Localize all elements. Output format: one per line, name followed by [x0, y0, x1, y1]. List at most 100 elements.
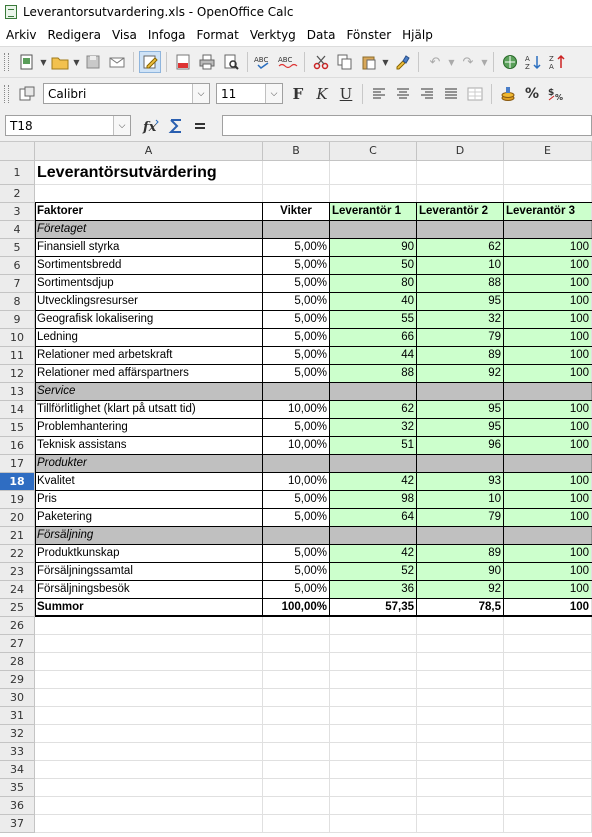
cell-b14[interactable]: 10,00% [263, 401, 330, 419]
toolbar-grip[interactable] [4, 53, 9, 71]
cell-c34[interactable] [330, 761, 417, 779]
cell-d24[interactable]: 92 [417, 581, 504, 599]
cell-e32[interactable] [504, 725, 592, 743]
column-header-d[interactable]: D [417, 142, 504, 161]
cell-e3[interactable]: Leverantör 3 [504, 203, 592, 221]
cell-b6[interactable]: 5,00% [263, 257, 330, 275]
cell-c19[interactable]: 98 [330, 491, 417, 509]
cell-b12[interactable]: 5,00% [263, 365, 330, 383]
row-header[interactable]: 19 [0, 491, 35, 509]
cell-d5[interactable]: 62 [417, 239, 504, 257]
currency-format-icon[interactable] [497, 83, 519, 105]
cell-a10[interactable]: Ledning [35, 329, 263, 347]
cell-c4[interactable] [330, 221, 417, 239]
cell-d8[interactable]: 95 [417, 293, 504, 311]
cell-c18[interactable]: 42 [330, 473, 417, 491]
cell-a12[interactable]: Relationer med affärspartners [35, 365, 263, 383]
row-header[interactable]: 31 [0, 707, 35, 725]
row-header[interactable]: 18 [0, 473, 35, 491]
row-header[interactable]: 4 [0, 221, 35, 239]
cell-e2[interactable] [504, 185, 592, 203]
autospellcheck-icon[interactable]: ABC [277, 51, 299, 73]
row-header[interactable]: 2 [0, 185, 35, 203]
row-header[interactable]: 32 [0, 725, 35, 743]
equals-icon[interactable] [189, 115, 211, 137]
row-header[interactable]: 20 [0, 509, 35, 527]
cell-b21[interactable] [263, 527, 330, 545]
row-header[interactable]: 11 [0, 347, 35, 365]
menu-fonster[interactable]: Fönster [340, 28, 396, 42]
cell-d15[interactable]: 95 [417, 419, 504, 437]
cell-e31[interactable] [504, 707, 592, 725]
menu-arkiv[interactable]: Arkiv [0, 28, 42, 42]
cell-b36[interactable] [263, 797, 330, 815]
font-size-combo[interactable]: 11 ⌵ [216, 83, 283, 104]
cell-c21[interactable] [330, 527, 417, 545]
align-center-icon[interactable] [392, 83, 414, 105]
cell-a31[interactable] [35, 707, 263, 725]
styles-formatting-icon[interactable] [16, 83, 38, 105]
italic-button[interactable]: K [311, 83, 333, 105]
cell-d14[interactable]: 95 [417, 401, 504, 419]
cell-e8[interactable]: 100 [504, 293, 592, 311]
cell-c5[interactable]: 90 [330, 239, 417, 257]
cell-e26[interactable] [504, 617, 592, 635]
cell-d11[interactable]: 89 [417, 347, 504, 365]
cell-a20[interactable]: Paketering [35, 509, 263, 527]
cell-e35[interactable] [504, 779, 592, 797]
row-header[interactable]: 14 [0, 401, 35, 419]
cell-e30[interactable] [504, 689, 592, 707]
cell-d16[interactable]: 96 [417, 437, 504, 455]
cell-b28[interactable] [263, 653, 330, 671]
cell-d9[interactable]: 32 [417, 311, 504, 329]
cell-a5[interactable]: Finansiell styrka [35, 239, 263, 257]
chevron-down-icon[interactable]: ▼ [39, 51, 48, 73]
cell-a15[interactable]: Problemhantering [35, 419, 263, 437]
cell-b4[interactable] [263, 221, 330, 239]
cell-e16[interactable]: 100 [504, 437, 592, 455]
cell-b17[interactable] [263, 455, 330, 473]
cell-c6[interactable]: 50 [330, 257, 417, 275]
cell-d26[interactable] [417, 617, 504, 635]
cell-d29[interactable] [417, 671, 504, 689]
sort-descending-icon[interactable]: ZA [547, 51, 569, 73]
cell-b23[interactable]: 5,00% [263, 563, 330, 581]
cell-d22[interactable]: 89 [417, 545, 504, 563]
cell-d12[interactable]: 92 [417, 365, 504, 383]
cell-b26[interactable] [263, 617, 330, 635]
cell-e1[interactable] [504, 161, 592, 185]
cell-a7[interactable]: Sortimentsdjup [35, 275, 263, 293]
cell-a16[interactable]: Teknisk assistans [35, 437, 263, 455]
cell-c22[interactable]: 42 [330, 545, 417, 563]
underline-button[interactable]: U [335, 83, 357, 105]
cell-e20[interactable]: 100 [504, 509, 592, 527]
print-icon[interactable] [196, 51, 218, 73]
cell-a28[interactable] [35, 653, 263, 671]
row-header[interactable]: 30 [0, 689, 35, 707]
cell-d20[interactable]: 79 [417, 509, 504, 527]
toolbar-grip[interactable] [4, 84, 9, 103]
cell-d35[interactable] [417, 779, 504, 797]
cell-a6[interactable]: Sortimentsbredd [35, 257, 263, 275]
cell-b15[interactable]: 5,00% [263, 419, 330, 437]
spellcheck-icon[interactable]: ABC [253, 51, 275, 73]
cell-a9[interactable]: Geografisk lokalisering [35, 311, 263, 329]
chevron-down-icon[interactable]: ⌵ [265, 84, 282, 103]
cell-a29[interactable] [35, 671, 263, 689]
cell-c7[interactable]: 80 [330, 275, 417, 293]
cell-c11[interactable]: 44 [330, 347, 417, 365]
cell-d37[interactable] [417, 815, 504, 833]
new-document-icon[interactable] [16, 51, 38, 73]
cell-e36[interactable] [504, 797, 592, 815]
cell-c10[interactable]: 66 [330, 329, 417, 347]
cell-e29[interactable] [504, 671, 592, 689]
cell-c1[interactable] [330, 161, 417, 185]
cell-b16[interactable]: 10,00% [263, 437, 330, 455]
row-header[interactable]: 33 [0, 743, 35, 761]
cell-e6[interactable]: 100 [504, 257, 592, 275]
cell-b37[interactable] [263, 815, 330, 833]
hyperlink-icon[interactable] [499, 51, 521, 73]
cell-e33[interactable] [504, 743, 592, 761]
chevron-down-icon[interactable]: ▼ [480, 51, 489, 73]
cell-d2[interactable] [417, 185, 504, 203]
